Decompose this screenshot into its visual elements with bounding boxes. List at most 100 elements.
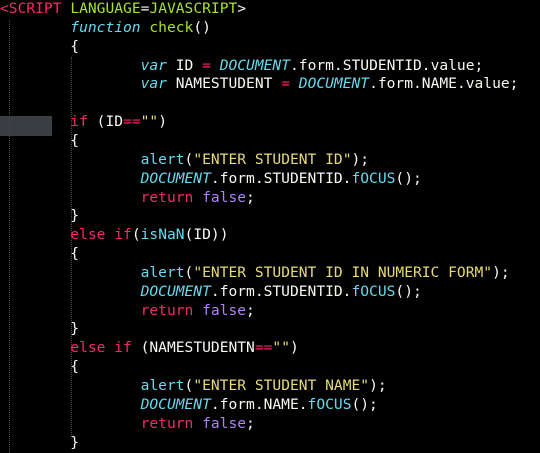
code-token: ) [290, 339, 299, 357]
code-line[interactable]: { [0, 132, 79, 151]
code-token: ( [184, 263, 194, 281]
code-token: false [202, 188, 247, 206]
code-token: check [149, 18, 194, 36]
code-token: <SCRIPT [0, 0, 62, 17]
code-token: .form.NAME. [210, 395, 308, 413]
code-token: alert [140, 377, 185, 394]
code-token: DOCUMENT [140, 169, 211, 187]
code-token: alert [140, 263, 185, 281]
code-token: LANGUAGE [70, 0, 141, 17]
code-token: ( [131, 226, 141, 244]
code-token: { [0, 245, 80, 263]
code-token: (); [395, 282, 422, 300]
code-line[interactable]: alert("ENTER STUDENT ID IN NUMERIC FORM"… [0, 264, 510, 283]
code-line[interactable]: return false; [0, 189, 255, 208]
code-line[interactable]: alert("ENTER STUDENT NAME"); [0, 377, 387, 396]
code-editor[interactable]: <SCRIPT LANGUAGE=JAVASCRIPT> function ch… [0, 0, 540, 453]
code-token: .form.STUDENTID. [210, 282, 352, 300]
code-token: ); [492, 263, 510, 281]
code-line[interactable]: <SCRIPT LANGUAGE=JAVASCRIPT> [0, 0, 246, 19]
code-token: return [140, 301, 194, 319]
code-token: == [123, 113, 141, 131]
code-token: { [0, 358, 80, 376]
code-token: (NAMESTUDENTN [131, 339, 255, 357]
code-token: if [114, 226, 132, 244]
code-token: if [114, 339, 132, 357]
code-token: == [254, 339, 273, 357]
code-token: else [70, 339, 106, 357]
code-line[interactable]: if (ID=="") [0, 113, 167, 132]
code-line[interactable]: { [0, 358, 79, 377]
code-token: = [281, 75, 290, 93]
code-token: alert [140, 150, 185, 168]
code-line[interactable]: } [0, 434, 79, 453]
code-token: return [140, 188, 194, 206]
code-token: fOCUS [307, 395, 352, 413]
code-token: "ENTER STUDENT ID IN NUMERIC FORM" [193, 263, 493, 281]
code-token: isNaN [140, 226, 185, 244]
code-token: "ENTER STUDENT ID" [193, 150, 352, 168]
code-token: () [193, 18, 211, 36]
code-token: if [70, 113, 88, 131]
code-token: ; [246, 188, 255, 206]
code-line[interactable]: } [0, 320, 79, 339]
code-line[interactable]: DOCUMENT.form.STUDENTID.fOCUS(); [0, 170, 422, 189]
code-line[interactable]: DOCUMENT.form.STUDENTID.fOCUS(); [0, 283, 422, 302]
code-token: return [140, 414, 194, 432]
code-token: .form.STUDENTID.value; [290, 56, 484, 74]
code-line[interactable]: alert("ENTER STUDENT ID"); [0, 151, 369, 170]
code-token: ); [351, 150, 370, 168]
code-line[interactable]: else if (NAMESTUDENTN=="") [0, 339, 299, 358]
code-token: .form.NAME.value; [369, 75, 519, 93]
code-token: { [0, 131, 80, 149]
code-token: fOCUS [351, 169, 396, 187]
code-line[interactable]: DOCUMENT.form.NAME.fOCUS(); [0, 396, 378, 415]
code-token: false [202, 301, 247, 319]
code-line[interactable]: var ID = DOCUMENT.form.STUDENTID.value; [0, 56, 484, 76]
code-token: DOCUMENT [219, 56, 290, 74]
code-line[interactable]: } [0, 207, 79, 226]
code-line[interactable]: { [0, 38, 79, 57]
code-token: ; [246, 301, 255, 319]
code-token: (ID [87, 113, 124, 131]
code-token: } [0, 207, 80, 225]
code-token: (ID)) [184, 226, 229, 244]
code-token: "ENTER STUDENT NAME" [193, 377, 370, 394]
code-line[interactable]: { [0, 245, 79, 264]
code-line[interactable]: function check() [0, 19, 211, 38]
code-token: var [140, 56, 167, 74]
code-token: } [0, 433, 80, 451]
code-token: ) [158, 113, 167, 131]
code-line[interactable]: return false; [0, 302, 255, 321]
code-token: ( [184, 377, 194, 394]
code-token: else [70, 226, 106, 244]
code-line[interactable]: else if(isNaN(ID)) [0, 226, 229, 245]
code-token: = [202, 56, 211, 74]
code-token: var [140, 75, 167, 93]
code-token: ); [369, 377, 387, 394]
code-line[interactable]: var NAMESTUDENT = DOCUMENT.form.NAME.val… [0, 75, 519, 94]
code-token: { [0, 37, 80, 55]
code-token: DOCUMENT [140, 395, 211, 413]
code-token: (); [395, 169, 422, 187]
code-line[interactable]: return false; [0, 415, 255, 434]
